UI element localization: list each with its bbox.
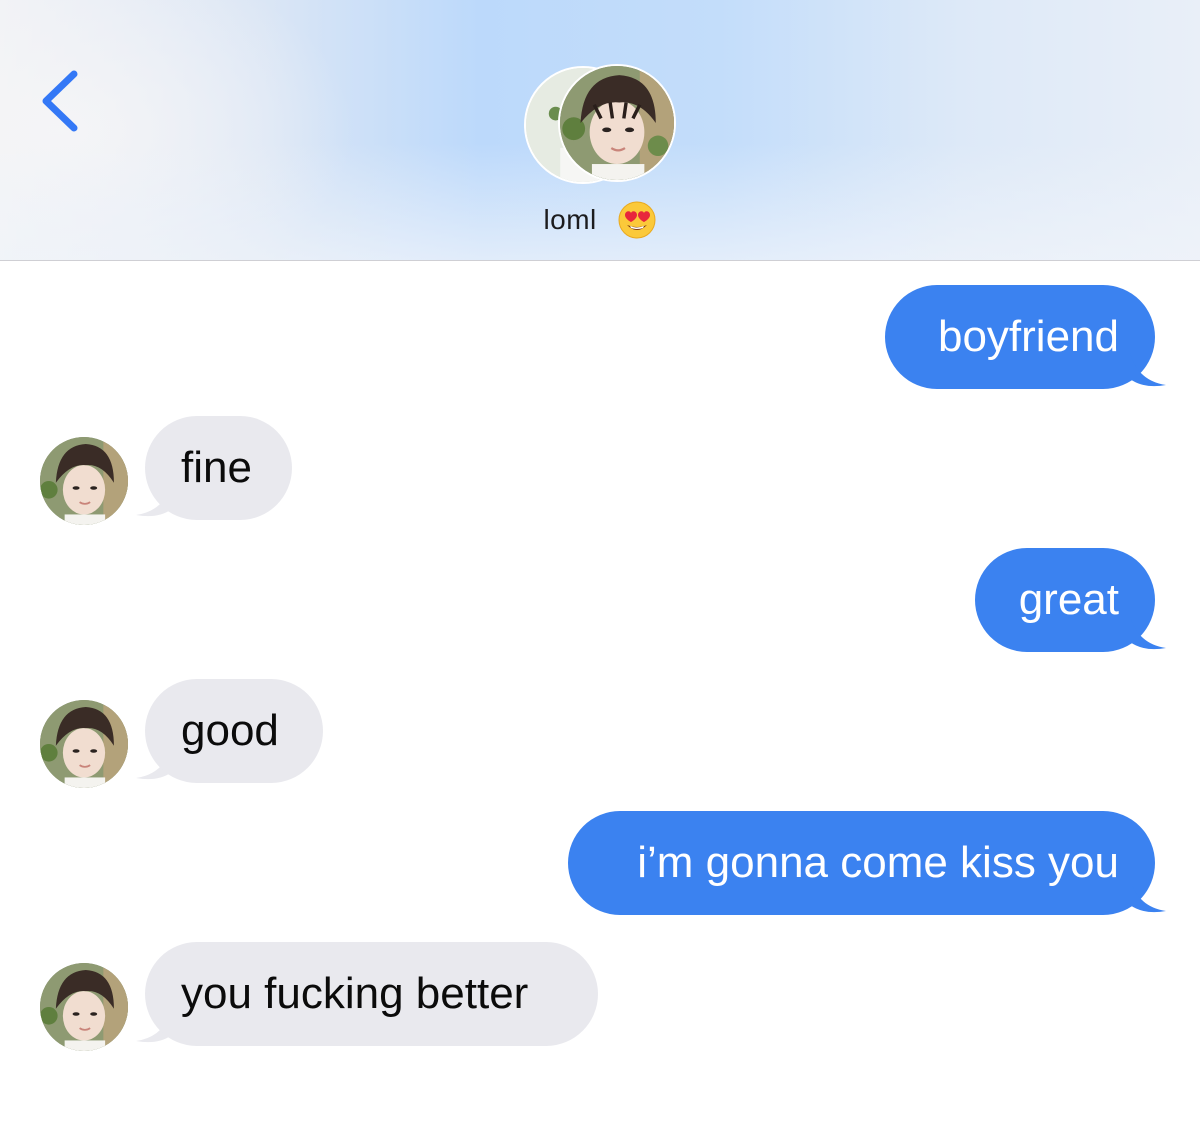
sender-avatar[interactable] xyxy=(40,963,128,1051)
message-thread[interactable]: boyfriend fine great good i’m gonna come… xyxy=(0,261,1200,1127)
message-text: you fucking better xyxy=(181,969,529,1018)
incoming-message-bubble[interactable]: fine xyxy=(145,416,292,520)
incoming-message-bubble[interactable]: you fucking better xyxy=(145,942,598,1046)
contact-avatar xyxy=(558,64,676,182)
sender-avatar[interactable] xyxy=(40,437,128,525)
back-button[interactable] xyxy=(36,68,86,134)
message-text: good xyxy=(181,706,279,755)
bubble-tail xyxy=(1130,616,1166,650)
contact-name: loml xyxy=(543,204,597,235)
chevron-left-icon xyxy=(42,70,78,132)
message-text: great xyxy=(1018,575,1119,624)
sender-avatar[interactable] xyxy=(40,700,128,788)
contact-avatar-group[interactable] xyxy=(524,64,676,186)
outgoing-message-bubble[interactable]: great xyxy=(975,548,1155,652)
message-text: boyfriend xyxy=(937,312,1119,361)
bubble-tail xyxy=(1130,353,1166,387)
bubble-tail xyxy=(1130,879,1166,913)
heart-eyes-icon xyxy=(618,201,656,239)
outgoing-message-bubble[interactable]: boyfriend xyxy=(885,285,1155,389)
outgoing-message-bubble[interactable]: i’m gonna come kiss you xyxy=(568,811,1155,915)
contact-name-row[interactable]: loml xyxy=(0,200,1200,240)
message-text: i’m gonna come kiss you xyxy=(637,838,1119,887)
message-text: fine xyxy=(181,443,252,492)
conversation-header: loml xyxy=(0,0,1200,261)
incoming-message-bubble[interactable]: good xyxy=(145,679,323,783)
